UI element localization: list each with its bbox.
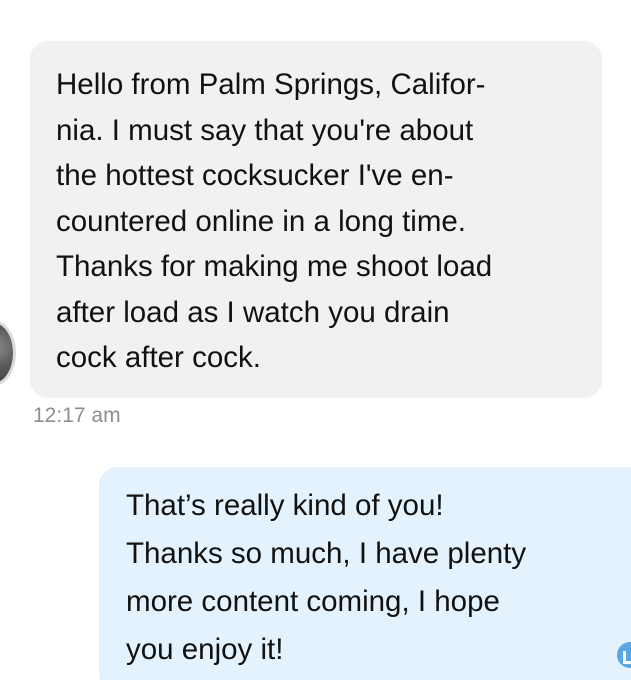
chat-screen: Hello from Palm Springs, Califor- nia. I… (0, 0, 631, 680)
incoming-message-bubble[interactable]: Hello from Palm Springs, Califor- nia. I… (30, 41, 602, 398)
outgoing-message-bubble[interactable]: That’s really kind of you! Thanks so muc… (99, 467, 631, 680)
message-timestamp: 12:17 am (33, 404, 121, 427)
outgoing-message-text: That’s really kind of you! Thanks so muc… (126, 489, 527, 666)
incoming-message-text: Hello from Palm Springs, Califor- nia. I… (56, 68, 493, 374)
sender-avatar[interactable] (0, 320, 16, 386)
